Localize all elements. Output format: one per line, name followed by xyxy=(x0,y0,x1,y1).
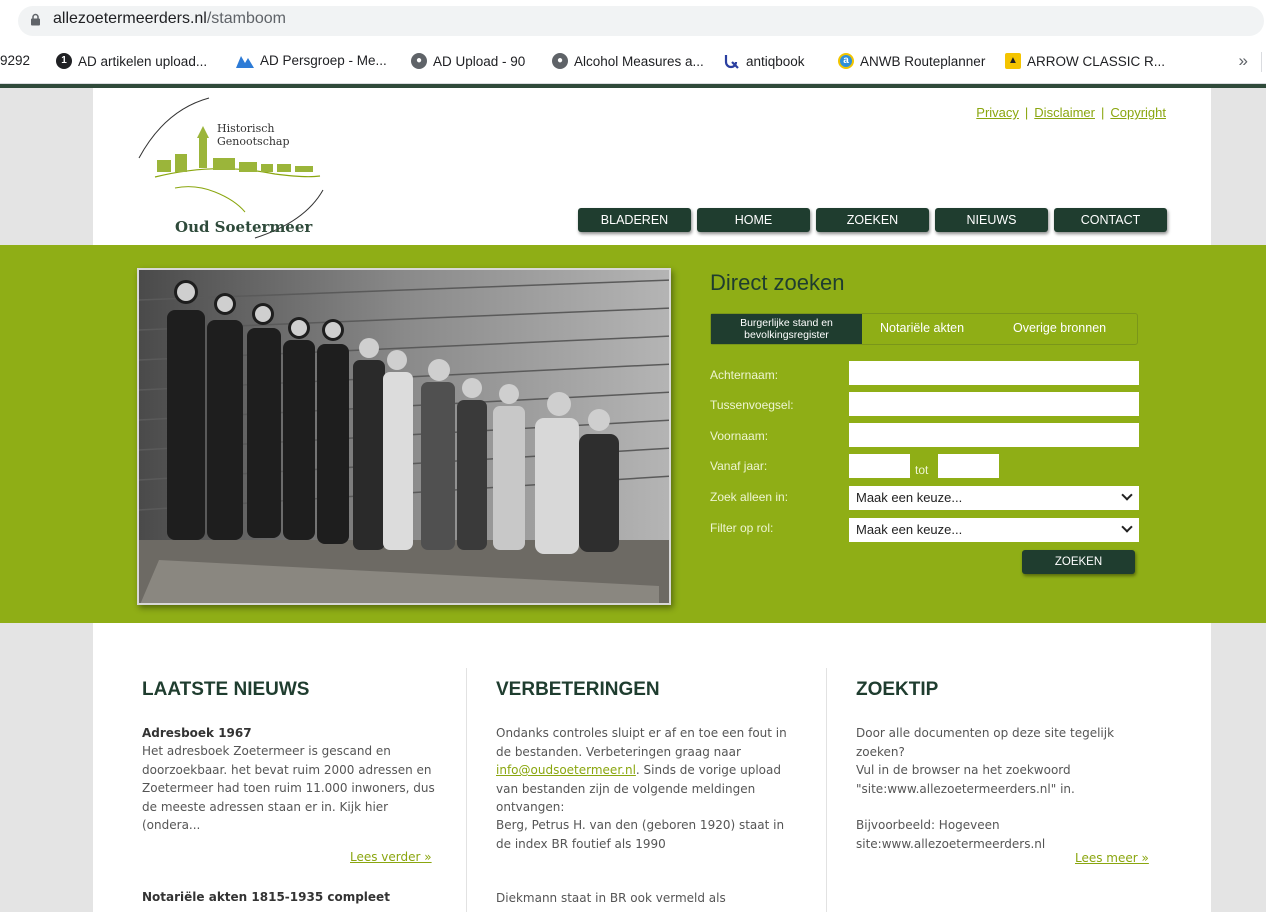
news-item-text: Het adresboek Zoetermeer is gescand en d… xyxy=(142,744,435,832)
lock-icon xyxy=(31,13,40,26)
separator: | xyxy=(1100,105,1105,120)
achternaam-label: Achternaam: xyxy=(710,368,779,382)
tab-notariele-akten[interactable]: Notariële akten xyxy=(880,321,964,335)
email-link[interactable]: info@oudsoetermeer.nl xyxy=(496,763,636,777)
corrections-intro: Ondanks controles sluipt er af en toe ee… xyxy=(496,724,796,817)
notification-badge-icon: 1 xyxy=(56,53,72,69)
tab-label-line2: bevolkingsregister xyxy=(744,329,829,341)
nav-nieuws[interactable]: NIEUWS xyxy=(935,208,1048,232)
chevron-down-icon xyxy=(1121,489,1133,501)
top-links: Privacy | Disclaimer | Copyright xyxy=(976,105,1166,120)
privacy-link[interactable]: Privacy xyxy=(976,105,1019,120)
photo-illustration xyxy=(139,270,669,603)
news-item-title[interactable]: Adresboek 1967 xyxy=(142,724,252,743)
site-logo[interactable]: Historisch Genootschap Oud Soetermeer xyxy=(135,92,335,242)
select-value: Maak een keuze... xyxy=(856,490,963,505)
bookmark-label: Alcohol Measures a... xyxy=(574,53,704,69)
bookmark-label: ARROW CLASSIC R... xyxy=(1027,53,1166,69)
lees-meer-link[interactable]: Lees meer » xyxy=(1075,851,1149,865)
correction-item: Diekmann staat in BR ook vermeld als xyxy=(496,891,726,905)
bookmark-9292[interactable]: 9292 xyxy=(0,53,30,68)
select-value: Maak een keuze... xyxy=(856,522,963,537)
corrections-text: Ondanks controles sluipt er af en toe ee… xyxy=(496,726,787,759)
nav-home[interactable]: HOME xyxy=(697,208,810,232)
globe-icon: ● xyxy=(552,53,568,69)
bookmark-alcohol-measures[interactable]: ● Alcohol Measures a... xyxy=(552,53,704,69)
content-area: LAATSTE NIEUWS Adresboek 1967 Het adresb… xyxy=(93,623,1211,912)
tip-text: Door alle documenten op deze site tegeli… xyxy=(856,726,1115,759)
bookmark-label: antiqbook xyxy=(746,53,805,69)
separator: | xyxy=(1024,105,1029,120)
bookmark-antiqbook[interactable]: antiqbook xyxy=(724,53,805,69)
bookmark-label: AD Persgroep - Me... xyxy=(260,53,387,68)
news-title: LAATSTE NIEUWS xyxy=(142,679,310,700)
bookmark-ad-upload[interactable]: ● AD Upload - 90 xyxy=(411,53,525,69)
bookmark-label: AD Upload - 90 xyxy=(433,53,526,69)
tip-text: Vul in de browser na het zoekwoord "site… xyxy=(856,763,1075,796)
bookmark-ad-persgroep[interactable]: AD Persgroep - Me... xyxy=(236,53,387,68)
anwb-icon: a xyxy=(838,53,854,69)
filter-rol-label: Filter op rol: xyxy=(710,521,774,535)
nav-bladeren[interactable]: BLADEREN xyxy=(578,208,691,232)
bookmark-arrow-classic[interactable]: ▲ ARROW CLASSIC R... xyxy=(1005,53,1165,69)
tussenvoegsel-input[interactable] xyxy=(849,392,1139,416)
achternaam-input[interactable] xyxy=(849,361,1139,385)
url-text[interactable]: allezoetermeerders.nl/stamboom xyxy=(53,10,286,28)
news-item-title[interactable]: Notariële akten 1815-1935 compleet xyxy=(142,888,390,907)
bookmark-label: ANWB Routeplanner xyxy=(860,53,986,69)
nav-zoeken[interactable]: ZOEKEN xyxy=(816,208,929,232)
copyright-link[interactable]: Copyright xyxy=(1110,105,1166,120)
bookmarks-bar: 9292 1 AD artikelen upload... AD Persgroe… xyxy=(0,40,1266,84)
voornaam-input[interactable] xyxy=(849,423,1139,447)
zoeken-button[interactable]: ZOEKEN xyxy=(1022,550,1135,574)
corrections-title: VERBETERINGEN xyxy=(496,679,660,700)
filter-rol-select[interactable]: Maak een keuze... xyxy=(849,518,1139,542)
bookmark-ad-artikelen[interactable]: 1 AD artikelen upload... xyxy=(56,53,207,69)
logo-subtitle: Historisch Genootschap xyxy=(217,122,290,148)
family-photo xyxy=(137,268,671,605)
bookmark-anwb[interactable]: a ANWB Routeplanner xyxy=(838,53,985,69)
column-divider xyxy=(466,668,467,912)
lees-verder-link[interactable]: Lees verder » xyxy=(350,850,432,864)
more-bookmarks-button[interactable]: » xyxy=(1239,51,1248,71)
tab-overige-bronnen[interactable]: Overige bronnen xyxy=(1013,321,1106,335)
tab-burgerlijke-stand[interactable]: Burgerlijke stand en bevolkingsregister xyxy=(711,314,862,344)
url-path: /stamboom xyxy=(206,10,286,27)
globe-icon: ● xyxy=(411,53,427,69)
browser-url-bar: allezoetermeerders.nl/stamboom xyxy=(0,0,1266,40)
tot-label: tot xyxy=(915,463,929,477)
tip-text: Bijvoorbeeld: Hogeveen site:www.allezoet… xyxy=(856,818,1046,851)
tip-title: ZOEKTIP xyxy=(856,679,939,700)
bookmark-label: AD artikelen upload... xyxy=(78,53,208,69)
url-host: allezoetermeerders.nl xyxy=(53,10,207,27)
search-tabs: Burgerlijke stand en bevolkingsregister … xyxy=(710,313,1138,345)
nav-contact[interactable]: CONTACT xyxy=(1054,208,1167,232)
vanaf-jaar-input[interactable] xyxy=(849,454,910,478)
bookmark-label: 9292 xyxy=(0,53,31,68)
mountain-logo-icon xyxy=(236,55,254,68)
chevron-down-icon xyxy=(1121,521,1133,533)
tot-jaar-input[interactable] xyxy=(938,454,999,478)
voornaam-label: Voornaam: xyxy=(710,429,769,443)
correction-item: Berg, Petrus H. van den (geboren 1920) s… xyxy=(496,818,785,851)
bookmark-divider xyxy=(1261,52,1262,72)
logo-title: Oud Soetermeer xyxy=(175,218,313,236)
q-logo-icon xyxy=(724,55,739,69)
tab-label-line1: Burgerlijke stand en xyxy=(740,317,833,329)
zoek-alleen-label: Zoek alleen in: xyxy=(710,490,789,504)
column-divider xyxy=(826,668,827,912)
zoek-alleen-select[interactable]: Maak een keuze... xyxy=(849,486,1139,510)
tussenvoegsel-label: Tussenvoegsel: xyxy=(710,398,794,412)
arrow-yellow-icon: ▲ xyxy=(1005,53,1021,69)
search-panel-title: Direct zoeken xyxy=(710,270,845,295)
vanaf-jaar-label: Vanaf jaar: xyxy=(710,459,768,473)
site-header: Historisch Genootschap Oud Soetermeer Pr… xyxy=(93,88,1211,245)
disclaimer-link[interactable]: Disclaimer xyxy=(1034,105,1095,120)
